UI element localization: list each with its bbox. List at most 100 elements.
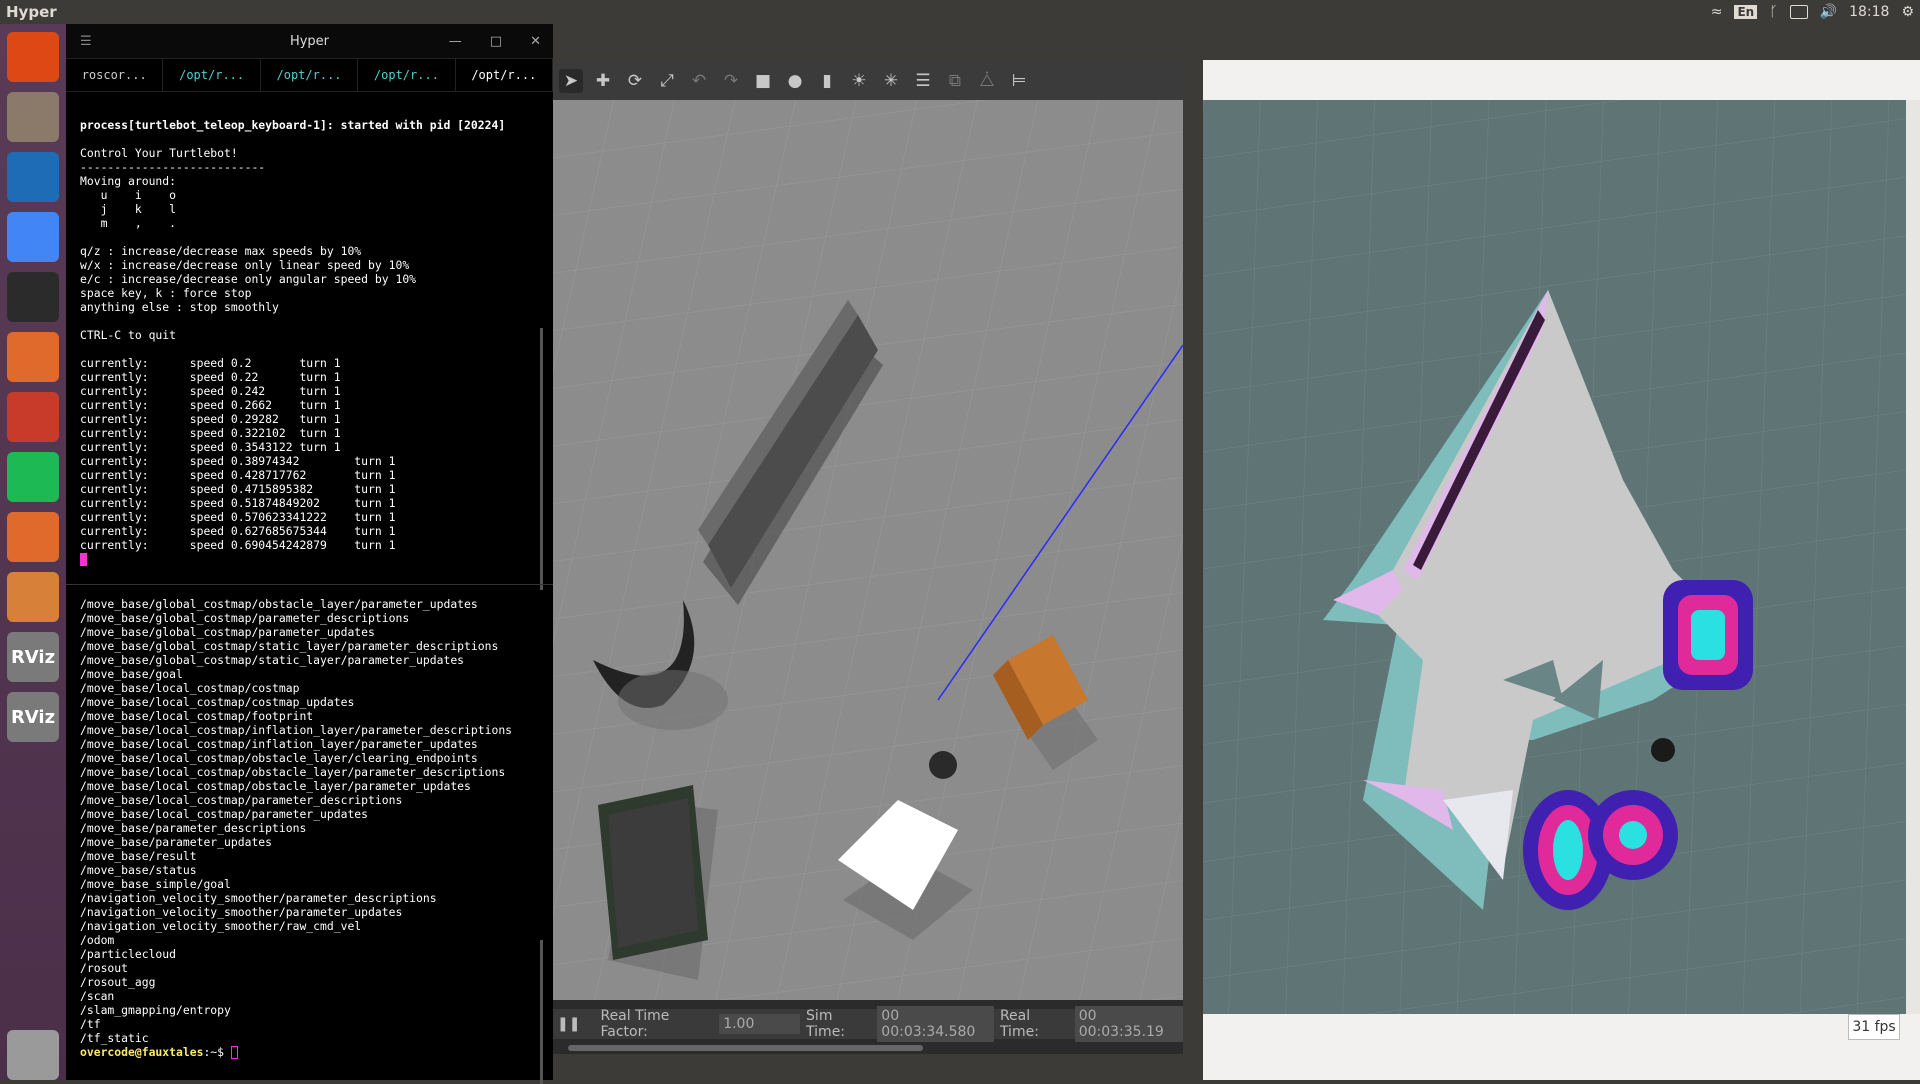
scrollbar[interactable] — [540, 940, 543, 1084]
pane-divider[interactable] — [66, 584, 553, 585]
files-icon[interactable] — [7, 92, 59, 142]
wifi-icon[interactable]: ≈ — [1711, 4, 1723, 20]
terminal-line: Control Your Turtlebot! — [80, 146, 238, 160]
translate-mode-icon[interactable]: ✚ — [591, 69, 615, 93]
undo-icon[interactable]: ↶ — [687, 69, 711, 93]
sphere-shape-icon[interactable]: ● — [783, 69, 807, 93]
pause-icon[interactable]: ❚❚ — [557, 1016, 580, 1032]
terminal-line: /move_base/local_costmap/obstacle_layer/… — [80, 765, 506, 779]
sublime-icon[interactable] — [7, 572, 59, 622]
scrollbar[interactable] — [540, 328, 543, 590]
sim-time-value: 00 00:03:34.580 — [877, 1006, 994, 1042]
hamburger-menu-icon[interactable]: ☰ — [80, 34, 92, 49]
settings-icon[interactable] — [7, 392, 59, 442]
paste-icon[interactable]: ⧊ — [975, 69, 999, 93]
battery-icon[interactable] — [1789, 5, 1808, 19]
terminal-line: ​ — [80, 230, 505, 244]
terminal-line: currently: speed 0.690454242879 turn 1 — [80, 538, 396, 552]
align-icon[interactable]: ⊨ — [1007, 69, 1031, 93]
terminal-tab-active[interactable]: /opt/r... — [455, 59, 554, 91]
rviz-map-viewport[interactable] — [1203, 100, 1906, 1014]
trash-icon[interactable] — [7, 1030, 59, 1080]
select-mode-icon[interactable]: ➤ — [559, 69, 583, 93]
keyboard-layout-indicator[interactable]: En — [1734, 5, 1758, 19]
prompt-suffix: :~$ — [203, 1045, 231, 1059]
gazebo-3d-viewport[interactable] — [553, 100, 1183, 1000]
dumpster-model — [598, 785, 718, 980]
terminal-line: /move_base/local_costmap/inflation_layer… — [80, 737, 478, 751]
terminal-line: /move_base/local_costmap/parameter_updat… — [80, 807, 369, 821]
software-updater-icon[interactable] — [7, 512, 59, 562]
terminal-line: anything else : stop smoothly — [80, 300, 279, 314]
terminal-line: /tf_static — [80, 1031, 149, 1045]
redo-icon[interactable]: ↷ — [719, 69, 743, 93]
directional-light-icon[interactable]: ☰ — [911, 69, 935, 93]
terminal-tab[interactable]: /opt/r... — [261, 59, 359, 91]
close-icon[interactable]: ✕ — [530, 34, 541, 49]
terminal-line: q/z : increase/decrease max speeds by 10… — [80, 244, 362, 258]
indicator-area: ≈ En ᚴ 🔊 18:18 ⚙ — [1711, 4, 1914, 20]
terminal-line: /rosout_agg — [80, 975, 156, 989]
rviz-window — [1203, 100, 1920, 1014]
sim-time-label: Sim Time: — [806, 1008, 846, 1040]
gazebo-window: ➤ ✚ ⟳ ⤢ ↶ ↷ ■ ● ▮ ☀ ✳ ☰ ⧉ ⧊ ⊨ ❚❚ Real Ti… — [553, 62, 1184, 1054]
box-shape-icon[interactable]: ■ — [751, 69, 775, 93]
chrome-icon[interactable] — [7, 212, 59, 262]
horizontal-scrollbar[interactable] — [568, 1045, 923, 1051]
terminal-line: /odom — [80, 933, 115, 947]
terminal-line: /move_base/local_costmap/costmap_updates — [80, 695, 355, 709]
ubuntu-logo-icon[interactable] — [7, 32, 59, 82]
spotify-icon[interactable] — [7, 452, 59, 502]
real-time-label: Real Time: — [999, 1008, 1039, 1040]
terminal-line: /move_base/status — [80, 863, 197, 877]
vscode-icon[interactable] — [7, 152, 59, 202]
rotate-mode-icon[interactable]: ⟳ — [623, 69, 647, 93]
minimize-icon[interactable]: — — [449, 34, 462, 49]
maximize-icon[interactable]: □ — [490, 34, 502, 49]
terminal-tab[interactable]: /opt/r... — [163, 59, 261, 91]
spot-light-icon[interactable]: ✳ — [879, 69, 903, 93]
terminal-icon[interactable] — [7, 272, 59, 322]
terminal-line: /move_base/parameter_descriptions — [80, 821, 307, 835]
terminal-line: Moving around: — [80, 174, 177, 188]
terminal-line: currently: speed 0.428717762 turn 1 — [80, 468, 396, 482]
software-center-icon[interactable] — [7, 332, 59, 382]
gazebo-toolbar: ➤ ✚ ⟳ ⤢ ↶ ↷ ■ ● ▮ ☀ ✳ ☰ ⧉ ⧊ ⊨ — [553, 62, 1183, 100]
terminal-line: currently: speed 0.570623341222 turn 1 — [80, 510, 396, 524]
launcher-label: RViz — [10, 706, 56, 728]
terminal-line: m , . — [80, 216, 177, 230]
terminal-line: ​ — [80, 314, 505, 328]
bluetooth-icon[interactable]: ᚴ — [1769, 4, 1777, 20]
terminal-line: currently: speed 0.322102 turn 1 — [80, 426, 341, 440]
gear-icon[interactable]: ⚙ — [1901, 4, 1914, 20]
volume-icon[interactable]: 🔊 — [1820, 4, 1837, 20]
rviz-side-panel-handle[interactable] — [1906, 100, 1920, 1014]
terminal-line: u i o — [80, 188, 177, 202]
rviz-icon[interactable]: RViz — [7, 632, 59, 682]
terminal-line: /move_base/global_costmap/static_layer/p… — [80, 653, 465, 667]
terminal-line: /move_base/global_costmap/parameter_desc… — [80, 611, 410, 625]
top-panel: Hyper ≈ En ᚴ 🔊 18:18 ⚙ — [0, 0, 1920, 24]
clock[interactable]: 18:18 — [1849, 4, 1889, 20]
terminal-line: currently: speed 0.22 turn 1 — [80, 370, 341, 384]
rtf-label: Real Time Factor: — [600, 1008, 670, 1040]
fps-counter: 31 fps — [1848, 1014, 1900, 1040]
scale-mode-icon[interactable]: ⤢ — [655, 69, 679, 93]
terminal-tab[interactable]: roscor... — [66, 59, 164, 91]
terminal-line: currently: speed 0.242 turn 1 — [80, 384, 341, 398]
terminal-pane-rostopic[interactable]: /move_base/global_costmap/obstacle_layer… — [80, 597, 512, 1059]
terminal-line: /move_base_simple/goal — [80, 877, 231, 891]
rviz-icon[interactable]: RViz — [7, 692, 59, 742]
terminal-line: /move_base/goal — [80, 667, 183, 681]
hyper-terminal-window: ☰ Hyper — □ ✕ roscor... /opt/r... /opt/r… — [66, 24, 554, 1084]
terminal-tab[interactable]: /opt/r... — [358, 59, 456, 91]
point-light-icon[interactable]: ☀ — [847, 69, 871, 93]
terminal-line: /tf — [80, 1017, 101, 1031]
terminal-line: /move_base/parameter_updates — [80, 835, 273, 849]
terminal-line: j k l — [80, 202, 177, 216]
copy-icon[interactable]: ⧉ — [943, 69, 967, 93]
terminal-pane-teleop[interactable]: process[turtlebot_teleop_keyboard-1]: st… — [80, 118, 505, 566]
cylinder-shape-icon[interactable]: ▮ — [815, 69, 839, 93]
turtlebot-model — [929, 751, 957, 779]
terminal-line: /navigation_velocity_smoother/parameter_… — [80, 905, 403, 919]
